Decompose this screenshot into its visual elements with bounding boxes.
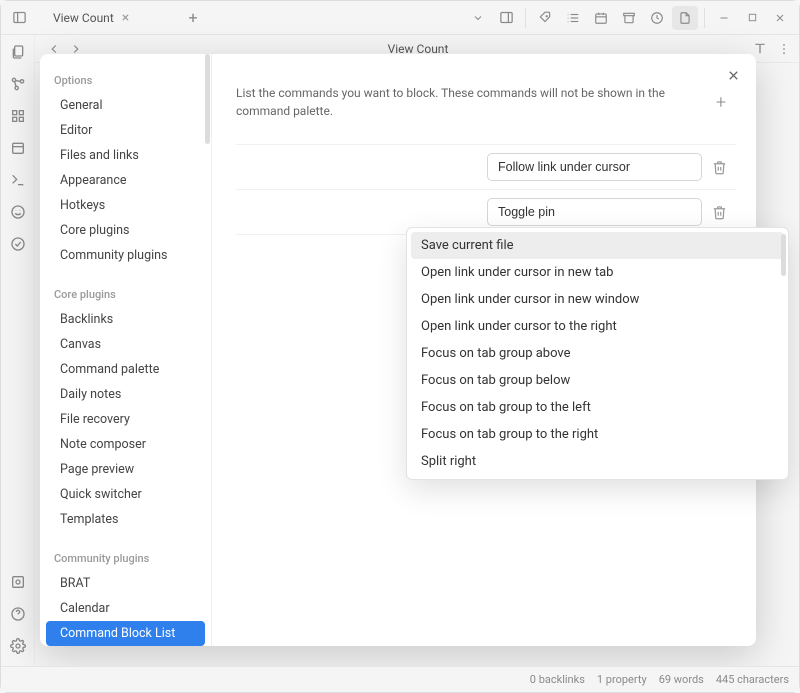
calendar-icon[interactable] — [588, 6, 614, 30]
close-icon[interactable] — [722, 64, 744, 86]
sidebar-heading: Options — [40, 68, 211, 93]
graph-icon[interactable] — [5, 71, 31, 97]
titlebar: View Count × + — [1, 1, 799, 35]
scrollbar-thumb[interactable] — [205, 54, 210, 144]
suggestion-item[interactable]: Focus on tab group below — [411, 367, 784, 394]
smile-icon[interactable] — [5, 199, 31, 225]
window-minimize-icon[interactable] — [711, 6, 737, 30]
sidebar-heading: Core plugins — [40, 282, 211, 307]
app-window: View Count × + View Count — [0, 0, 800, 693]
sidebar-item-general[interactable]: General — [46, 93, 205, 118]
status-backlinks[interactable]: 0 backlinks — [530, 673, 585, 686]
sidebar-item-file-recovery[interactable]: File recovery — [46, 407, 205, 432]
command-icon[interactable] — [5, 167, 31, 193]
suggestion-item[interactable]: Open link under cursor in new tab — [411, 259, 784, 286]
window-close-icon[interactable] — [767, 6, 793, 30]
new-tab-button[interactable]: + — [181, 8, 205, 27]
sidebar-item-editor[interactable]: Editor — [46, 118, 205, 143]
sidebar-heading: Community plugins — [40, 546, 211, 571]
sidebar-item-backlinks[interactable]: Backlinks — [46, 307, 205, 332]
tab-view-count[interactable]: View Count × — [41, 4, 181, 32]
suggestion-item[interactable]: Split right — [411, 448, 784, 475]
trash-icon[interactable] — [712, 205, 730, 220]
sidebar-item-core-plugins[interactable]: Core plugins — [46, 218, 205, 243]
sidebar-item-templates[interactable]: Templates — [46, 507, 205, 532]
grid-icon[interactable] — [5, 103, 31, 129]
daily-note-icon[interactable] — [5, 135, 31, 161]
archive-icon[interactable] — [616, 6, 642, 30]
sidebar-item-command-block-list[interactable]: Command Block List — [46, 621, 205, 646]
check-circle-icon[interactable] — [5, 231, 31, 257]
sidebar-item-brat[interactable]: BRAT — [46, 571, 205, 596]
command-input[interactable] — [487, 198, 702, 226]
status-properties[interactable]: 1 property — [597, 673, 647, 686]
sidebar-item-calendar[interactable]: Calendar — [46, 596, 205, 621]
status-bar: 0 backlinks 1 property 69 words 445 char… — [1, 666, 799, 692]
sidebar-item-command-palette[interactable]: Command palette — [46, 357, 205, 382]
command-input[interactable] — [487, 153, 702, 181]
add-row-button[interactable]: + — [716, 89, 726, 116]
suggestion-dropdown: Save current fileOpen link under cursor … — [406, 227, 789, 480]
suggestion-item[interactable]: Open link under cursor in new window — [411, 286, 784, 313]
trash-icon[interactable] — [712, 160, 730, 175]
sidebar-item-daily-notes[interactable]: Daily notes — [46, 382, 205, 407]
document-icon[interactable] — [672, 6, 698, 30]
suggestion-item[interactable]: Focus on tab group to the left — [411, 394, 784, 421]
settings-description: List the commands you want to block. The… — [236, 84, 716, 120]
vault-icon[interactable] — [5, 569, 31, 595]
sidebar-item-hotkeys[interactable]: Hotkeys — [46, 193, 205, 218]
sidebar-item-page-preview[interactable]: Page preview — [46, 457, 205, 482]
sidebar-item-note-composer[interactable]: Note composer — [46, 432, 205, 457]
window-maximize-icon[interactable] — [739, 6, 765, 30]
gear-icon[interactable] — [5, 633, 31, 659]
command-row — [236, 144, 736, 189]
sidebar-item-appearance[interactable]: Appearance — [46, 168, 205, 193]
status-words[interactable]: 69 words — [659, 673, 704, 686]
right-sidebar-toggle-icon[interactable] — [493, 6, 519, 30]
more-vertical-icon[interactable] — [775, 40, 793, 58]
sidebar-item-quick-switcher[interactable]: Quick switcher — [46, 482, 205, 507]
suggestion-item[interactable]: Focus on tab group above — [411, 340, 784, 367]
help-icon[interactable] — [5, 601, 31, 627]
suggestion-item[interactable]: Focus on tab group to the right — [411, 421, 784, 448]
chevron-down-icon[interactable] — [465, 6, 491, 30]
suggestion-item[interactable]: Open link under cursor to the right — [411, 313, 784, 340]
status-characters[interactable]: 445 characters — [716, 673, 789, 686]
sidebar-item-canvas[interactable]: Canvas — [46, 332, 205, 357]
tab-title: View Count — [53, 11, 114, 25]
tag-icon[interactable] — [532, 6, 558, 30]
sidebar-item-community-plugins[interactable]: Community plugins — [46, 243, 205, 268]
left-ribbon — [1, 35, 35, 665]
settings-sidebar[interactable]: OptionsGeneralEditorFiles and linksAppea… — [40, 54, 212, 646]
tab-close-icon[interactable]: × — [122, 10, 129, 26]
list-icon[interactable] — [560, 6, 586, 30]
clock-icon[interactable] — [644, 6, 670, 30]
suggestion-item[interactable]: Save current file — [411, 232, 784, 259]
left-sidebar-toggle-icon[interactable] — [7, 6, 31, 30]
sidebar-item-files-and-links[interactable]: Files and links — [46, 143, 205, 168]
files-icon[interactable] — [5, 39, 31, 65]
dropdown-scrollbar-thumb[interactable] — [781, 234, 786, 276]
